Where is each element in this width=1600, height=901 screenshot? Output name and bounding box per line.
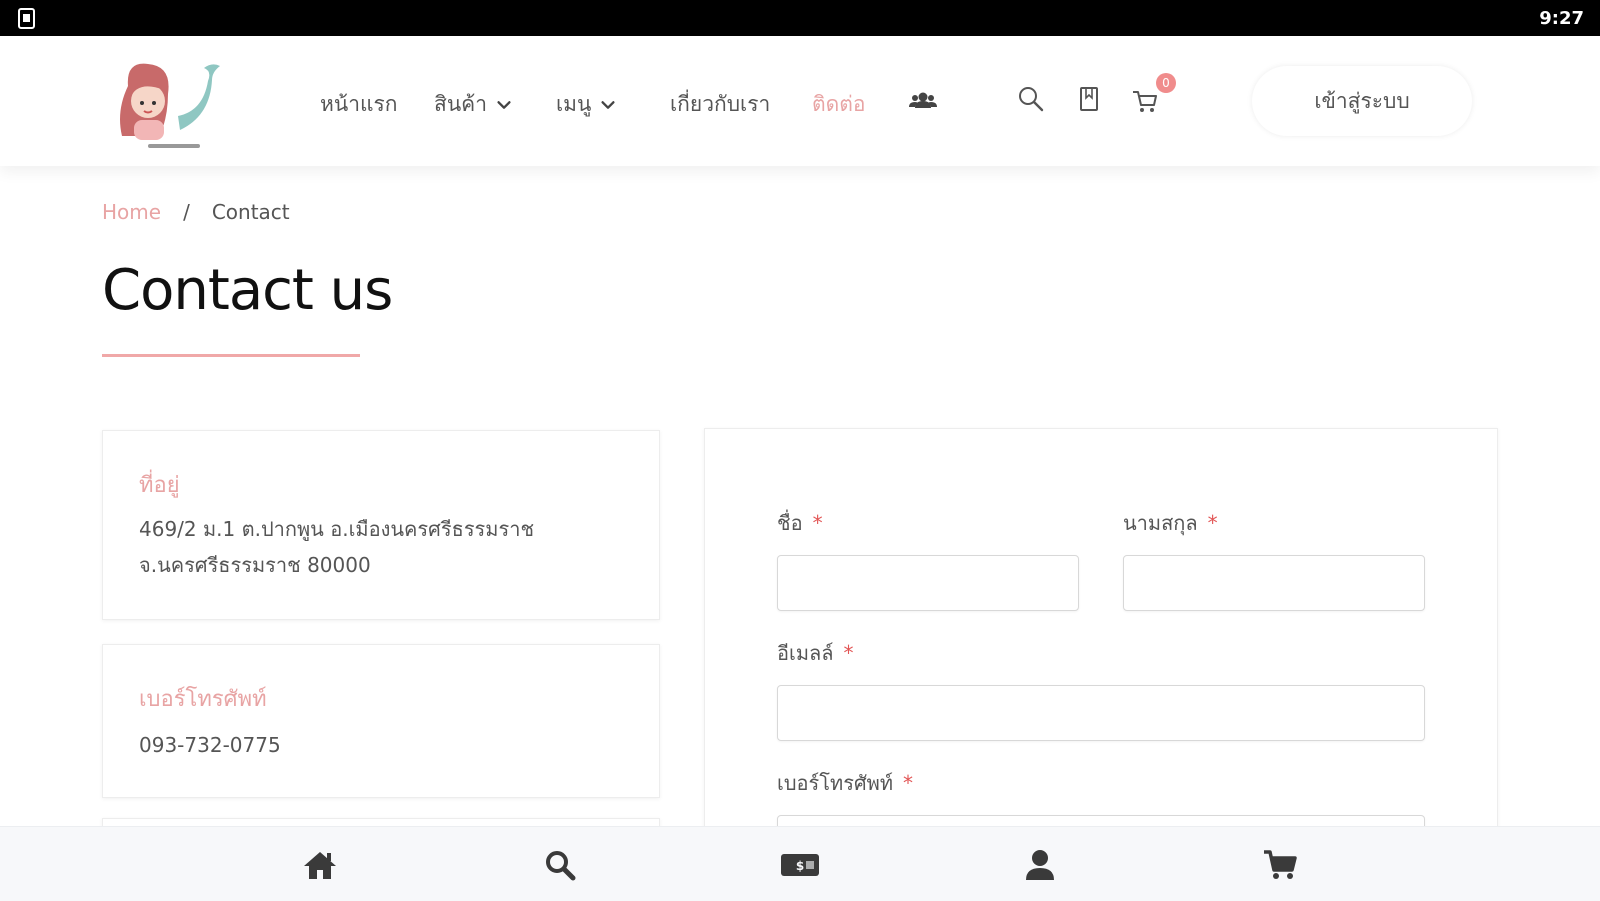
- first-name-label: ชื่อ *: [777, 511, 823, 535]
- phone-label: เบอร์โทรศัพท์ *: [777, 771, 914, 795]
- cart-icon[interactable]: [1260, 845, 1300, 885]
- breadcrumb-separator: /: [183, 200, 190, 224]
- nav-item-contact-label: ติดต่อ: [812, 92, 866, 116]
- required-mark: *: [812, 511, 823, 535]
- required-mark: *: [903, 771, 914, 795]
- nav-item-menu-label: เมนู: [556, 92, 592, 116]
- chevron-down-icon: [497, 100, 511, 109]
- breadcrumb-home[interactable]: Home: [102, 200, 161, 224]
- login-button[interactable]: เข้าสู่ระบบ: [1252, 66, 1472, 136]
- navbar: หน้าแรก สินค้า เมนู เกี่ยวกับเรา ติดต่อ: [0, 36, 1600, 166]
- phone-title: เบอร์โทรศัพท์: [139, 687, 267, 712]
- search-icon[interactable]: [1016, 84, 1046, 114]
- chevron-down-icon: [601, 100, 615, 109]
- page-title: Contact us: [102, 258, 393, 323]
- home-icon[interactable]: [300, 845, 340, 885]
- email-label: อีเมลล์ *: [777, 641, 854, 665]
- cart-icon[interactable]: [1130, 86, 1160, 116]
- address-line-1: 469/2 ม.1 ต.ปากพูน อ.เมืองนครศรีธรรมราช: [139, 517, 535, 541]
- phone-number: 093-732-0775: [139, 733, 281, 757]
- address-line-2: จ.นครศรีธรรมราช 80000: [139, 553, 371, 577]
- logo[interactable]: [108, 56, 220, 154]
- last-name-input[interactable]: [1123, 555, 1425, 611]
- bookmark-icon[interactable]: [1074, 84, 1104, 114]
- email-input[interactable]: [777, 685, 1425, 741]
- breadcrumb: Home / Contact: [102, 200, 290, 224]
- user-icon[interactable]: [1020, 845, 1060, 885]
- address-title: ที่อยู่: [139, 473, 180, 498]
- status-time: 9:27: [1539, 8, 1584, 29]
- nav-item-home[interactable]: หน้าแรก: [320, 88, 398, 121]
- nav-item-home-label: หน้าแรก: [320, 92, 398, 116]
- search-icon[interactable]: [540, 845, 580, 885]
- nav-item-about[interactable]: เกี่ยวกับเรา: [670, 88, 770, 121]
- last-name-label: นามสกุล *: [1123, 511, 1218, 535]
- contact-form: ชื่อ * นามสกุล * อีเมลล์ * เบอร์โทรศัพท์ *: [704, 428, 1498, 871]
- nav-item-products-label: สินค้า: [434, 92, 488, 116]
- first-name-input[interactable]: [777, 555, 1079, 611]
- nav-item-about-label: เกี่ยวกับเรา: [670, 92, 771, 116]
- required-mark: *: [843, 641, 854, 665]
- nav-item-menu[interactable]: เมนู: [556, 88, 617, 121]
- bottom-nav: $: [0, 826, 1600, 901]
- svg-text:$: $: [796, 859, 804, 873]
- money-icon[interactable]: $: [780, 845, 820, 885]
- users-icon[interactable]: [908, 86, 938, 116]
- breadcrumb-current: Contact: [211, 200, 290, 224]
- title-underline: [102, 354, 360, 357]
- status-bar: 9:27: [0, 0, 1600, 36]
- required-mark: *: [1207, 511, 1218, 535]
- address-card: ที่อยู่ 469/2 ม.1 ต.ปากพูน อ.เมืองนครศรี…: [102, 430, 660, 620]
- sim-icon: [18, 8, 35, 29]
- phone-card: เบอร์โทรศัพท์ 093-732-0775: [102, 644, 660, 798]
- mermaid-logo-icon: [120, 63, 220, 148]
- nav-item-contact[interactable]: ติดต่อ: [812, 88, 866, 121]
- cart-badge: 0: [1156, 73, 1176, 93]
- nav-item-products[interactable]: สินค้า: [434, 88, 513, 121]
